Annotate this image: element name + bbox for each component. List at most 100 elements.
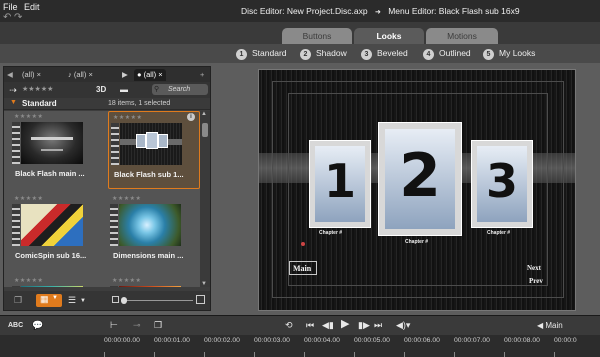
library-scrollbar[interactable]: ▲ ▼ [200, 111, 210, 287]
stack-icon[interactable]: ❐ [14, 294, 22, 306]
rating-stars[interactable]: ★★★★★ [14, 277, 43, 284]
close-icon[interactable]: × [37, 70, 41, 79]
filmstrip-icon [12, 204, 20, 246]
look-number-badge: 3 [361, 49, 372, 60]
loop-icon[interactable]: ⟲ [285, 319, 293, 331]
look-number-badge: 4 [423, 49, 434, 60]
chapter-button-1[interactable]: 1 [309, 140, 371, 228]
filter-icon[interactable]: ⇢ [8, 84, 18, 96]
scroll-up-icon[interactable]: ▲ [201, 111, 207, 117]
breadcrumb-disc-editor[interactable]: Disc Editor: New Project.Disc.axp [241, 6, 368, 16]
timeline-toolbar: ABC 💬 ⊢ ⊸ ❐ ⟲ ⏮ ◀▮ ▶ ▮▶ ⏭ ◀)▾ ◀ Main [0, 315, 600, 335]
library-tabs: ◀ (all) × ♪ (all) × ▶ ● (all) × + [4, 67, 210, 82]
section-title: Standard [22, 99, 57, 108]
step-forward-icon[interactable]: ▮▶ [358, 319, 370, 331]
add-tab-icon[interactable]: + [200, 69, 204, 81]
library-tab-2[interactable]: ♪ (all) × [68, 69, 93, 81]
tab-looks[interactable]: Looks [354, 28, 424, 44]
main-menu-label: Main [545, 321, 563, 330]
volume-icon[interactable]: ◀)▾ [396, 319, 410, 331]
step-back-icon[interactable]: ◀▮ [322, 319, 334, 331]
ruler-tick-label: 00:00:03.00 [254, 337, 290, 344]
look-standard[interactable]: 1 Standard [236, 47, 287, 60]
thumbnail-image [119, 204, 181, 246]
rating-stars[interactable]: ★★★★★ [113, 114, 142, 121]
chevron-down-icon[interactable]: ▼ [80, 295, 86, 307]
back-arrow-icon[interactable]: ◀ [7, 69, 13, 81]
library-tab-3[interactable]: ● (all) × [134, 69, 166, 81]
look-beveled[interactable]: 3 Beveled [361, 47, 408, 60]
breadcrumb-menu-editor: Menu Editor: Black Flash sub 16x9 [388, 6, 520, 16]
library-panel: ◀ (all) × ♪ (all) × ▶ ● (all) × + ⇢ ★★★★… [3, 66, 211, 311]
filmstrip-icon [110, 204, 118, 246]
list-view-icon[interactable]: ☰ [68, 294, 76, 306]
library-item[interactable]: ★★★★★ [108, 275, 200, 287]
zoom-slider-handle[interactable] [121, 297, 127, 304]
chat-bubble-icon[interactable]: 💬 [32, 319, 43, 331]
menu-edit[interactable]: Edit [24, 2, 40, 12]
close-icon[interactable]: × [158, 70, 162, 79]
zoom-slider[interactable] [123, 300, 193, 301]
rating-stars[interactable]: ★★★★★ [14, 113, 43, 120]
rating-stars[interactable]: ★★★★★ [112, 195, 141, 202]
close-icon[interactable]: × [88, 70, 92, 79]
tab-buttons[interactable]: Buttons [282, 28, 352, 44]
library-item[interactable]: ★★★★★ [10, 275, 102, 287]
look-shadow[interactable]: 2 Shadow [300, 47, 347, 60]
chapter-button-3[interactable]: 3 [471, 140, 533, 228]
main-menu-selector[interactable]: ◀ Main [537, 320, 563, 332]
thumbnail [12, 204, 83, 246]
ruler-tick-mark [404, 352, 405, 357]
skip-start-icon[interactable]: ⏮ [306, 319, 314, 331]
main-link-label: Main [293, 264, 312, 273]
link-icon[interactable]: ⊸ [133, 319, 141, 331]
timeline-ruler[interactable]: 00:00:00.00 00:00:01.00 00:00:02.00 00:00:0… [0, 335, 600, 357]
looks-strip: 1 Standard 2 Shadow 3 Beveled 4 Outlined 5 My… [0, 44, 600, 63]
copy-icon[interactable]: ❐ [154, 319, 162, 331]
thumbnail-image [119, 286, 181, 287]
look-label: Standard [252, 48, 287, 58]
collapse-arrow-icon[interactable]: ▼ [10, 99, 17, 106]
scroll-down-icon[interactable]: ▼ [201, 281, 207, 287]
thumbnail [12, 122, 83, 164]
title-text-button[interactable]: ABC [8, 320, 23, 332]
play-icon[interactable]: ▶ [341, 318, 349, 330]
grid-view-button[interactable]: ▦ ▼ [36, 294, 62, 307]
look-label: Shadow [316, 48, 347, 58]
library-bottom-bar: ❐ ▦ ▼ ☰ ▼ [4, 291, 210, 310]
forward-arrow-icon[interactable]: ▶ [122, 69, 128, 81]
ruler-tick-mark [254, 352, 255, 357]
chapter-button-2[interactable]: 2 [378, 122, 462, 236]
look-my-looks[interactable]: 5 My Looks [483, 47, 535, 60]
tag-icon[interactable]: ▬ [120, 84, 128, 96]
main-link[interactable]: Main [289, 261, 317, 275]
next-link[interactable]: Next [527, 264, 541, 272]
menu-bar: File Edit ↶ ↷ Disc Editor: New Project.D… [0, 0, 600, 23]
rating-stars[interactable]: ★★★★★ [112, 277, 141, 284]
tab-motions[interactable]: Motions [426, 28, 498, 44]
rating-stars[interactable]: ★★★★★ [14, 195, 43, 202]
thumbnail [110, 286, 181, 287]
library-item[interactable]: ★★★★★ ComicSpin sub 16... [10, 193, 102, 271]
library-tab-label: (all) [22, 70, 35, 79]
filmstrip-icon [110, 286, 118, 287]
library-item[interactable]: ★★★★★ Dimensions main ... [108, 193, 200, 271]
search-input[interactable]: Search [152, 84, 208, 95]
thumbnail-image [21, 204, 83, 246]
prev-link[interactable]: Prev [529, 277, 543, 285]
info-icon[interactable]: i [187, 113, 195, 121]
library-item[interactable]: ★★★★★ Black Flash main ... [10, 111, 102, 189]
ruler-tick-mark [204, 352, 205, 357]
ruler-tick-label: 00:00:02.00 [204, 337, 240, 344]
align-icon[interactable]: ⊢ [110, 319, 118, 331]
scroll-thumb[interactable] [202, 123, 208, 137]
skip-end-icon[interactable]: ⏭ [374, 319, 382, 331]
search-icon: ⚲ [154, 86, 160, 93]
selection-handle[interactable] [301, 242, 305, 246]
library-tab-1[interactable]: (all) × [22, 69, 41, 81]
look-outlined[interactable]: 4 Outlined [423, 47, 471, 60]
library-item-selected[interactable]: ★★★★★ i Black Flash sub 1... [108, 111, 200, 189]
rating-filter[interactable]: ★★★★★ [22, 84, 53, 96]
3d-toggle[interactable]: 3D [96, 84, 106, 96]
menu-file[interactable]: File [3, 2, 18, 12]
